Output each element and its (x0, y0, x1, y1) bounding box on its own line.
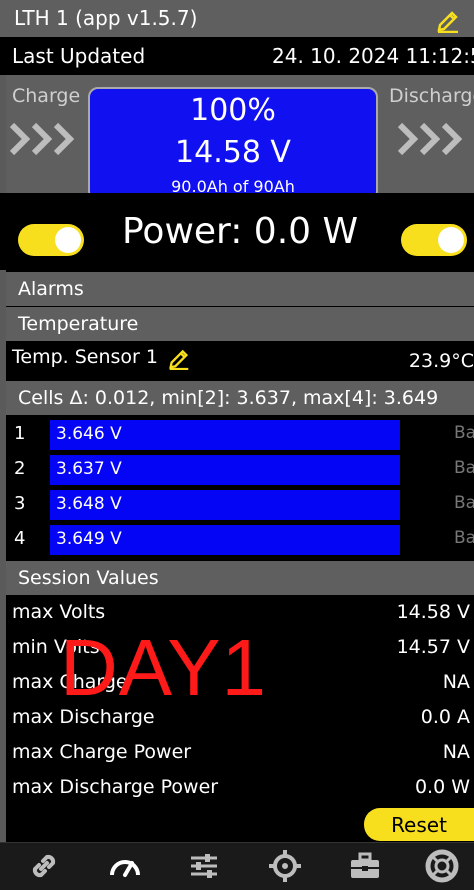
session-value: 14.57 V (396, 636, 470, 658)
session-label: max Charge Power (12, 741, 192, 763)
gauge-icon[interactable] (108, 849, 142, 883)
discharge-toggle[interactable] (401, 224, 467, 256)
charge-toggle[interactable] (18, 224, 84, 256)
cell-voltage-bar: 3.648 V (50, 490, 400, 520)
cell-row: 2 3.637 V Ba (6, 452, 474, 487)
session-row: max Volts 14.58 V (6, 596, 474, 631)
toolbox-icon[interactable] (348, 849, 382, 883)
power-readout: Power: 0.0 W (122, 211, 359, 252)
session-value: 0.0 A (420, 706, 470, 728)
charge-label: Charge (12, 85, 81, 107)
cell-index: 3 (14, 493, 26, 514)
session-value: NA (442, 671, 470, 693)
reset-button[interactable]: Reset (364, 808, 474, 841)
lifebuoy-icon[interactable] (425, 849, 459, 883)
cell-voltage-bar: 3.649 V (50, 525, 400, 555)
pencil-icon[interactable] (166, 344, 192, 371)
cell-balance: Ba (454, 493, 474, 513)
bms-screen: LTH 1 (app v1.5.7) Last Updated 24. 10. … (0, 0, 474, 890)
session-label: max Charge (12, 671, 128, 693)
cell-index: 4 (14, 528, 26, 549)
session-row: max Charge Power NA (6, 736, 474, 771)
charge-toggle-knob (55, 227, 81, 253)
last-updated-row: Last Updated 24. 10. 2024 11:12:58 (0, 37, 474, 75)
pencil-icon[interactable] (434, 5, 462, 34)
session-row: max Discharge 0.0 A (6, 701, 474, 736)
cell-voltage: 3.648 V (56, 494, 122, 514)
cell-voltage: 3.637 V (56, 459, 122, 479)
bottom-nav (0, 842, 474, 890)
cell-row: 3 3.648 V Ba (6, 487, 474, 522)
session-label: max Volts (12, 601, 106, 623)
link-icon[interactable] (27, 849, 61, 883)
cell-row: 4 3.649 V Ba (6, 522, 474, 557)
session-label: max Discharge Power (12, 776, 219, 798)
cell-balance: Ba (454, 423, 474, 443)
cell-index: 1 (14, 423, 26, 444)
session-value: 14.58 V (396, 601, 470, 623)
cell-index: 2 (14, 458, 26, 479)
sliders-icon[interactable] (187, 849, 221, 883)
last-updated-label: Last Updated (12, 44, 146, 68)
title-bar: LTH 1 (app v1.5.7) (0, 0, 474, 37)
cell-voltage: 3.646 V (56, 424, 122, 444)
device-title: LTH 1 (app v1.5.7) (14, 6, 198, 30)
cell-voltage-bar: 3.637 V (50, 455, 400, 485)
temp-sensor-label: Temp. Sensor 1 (12, 346, 158, 368)
discharge-label: Discharge (389, 85, 474, 107)
cell-balance: Ba (454, 458, 474, 478)
cell-row: 1 3.646 V Ba (6, 417, 474, 452)
cell-voltage-bar: 3.646 V (50, 420, 400, 450)
session-value: NA (442, 741, 470, 763)
temp-sensor-row: Temp. Sensor 1 23.9°C (6, 341, 474, 381)
cell-balance: Ba (454, 528, 474, 548)
charge-chevrons-icon (9, 122, 75, 156)
session-label: max Discharge (12, 706, 155, 728)
power-row: Power: 0.0 W (0, 193, 474, 270)
alarms-header[interactable]: Alarms (6, 272, 474, 306)
session-label: min Volts (12, 636, 100, 658)
crosshair-icon[interactable] (268, 849, 302, 883)
session-row: min Volts 14.57 V (6, 631, 474, 666)
session-values-header[interactable]: Session Values (6, 561, 474, 595)
session-row: max Charge NA (6, 666, 474, 701)
session-value: 0.0 W (414, 776, 470, 798)
state-of-charge-box: 100% 14.58 V 90.0Ah of 90Ah (88, 87, 378, 201)
cell-voltage: 3.649 V (56, 529, 122, 549)
session-row: max Discharge Power 0.0 W (6, 771, 474, 806)
soc-percent: 100% (190, 93, 276, 128)
cells-header[interactable]: Cells Δ: 0.012, min[2]: 3.637, max[4]: 3… (6, 381, 474, 415)
discharge-chevrons-icon (397, 122, 463, 156)
temp-sensor-value: 23.9°C (408, 350, 474, 372)
discharge-toggle-knob (438, 227, 464, 253)
pack-voltage: 14.58 V (175, 135, 291, 170)
temperature-header[interactable]: Temperature (6, 307, 474, 341)
last-updated-value: 24. 10. 2024 11:12:58 (272, 44, 474, 68)
